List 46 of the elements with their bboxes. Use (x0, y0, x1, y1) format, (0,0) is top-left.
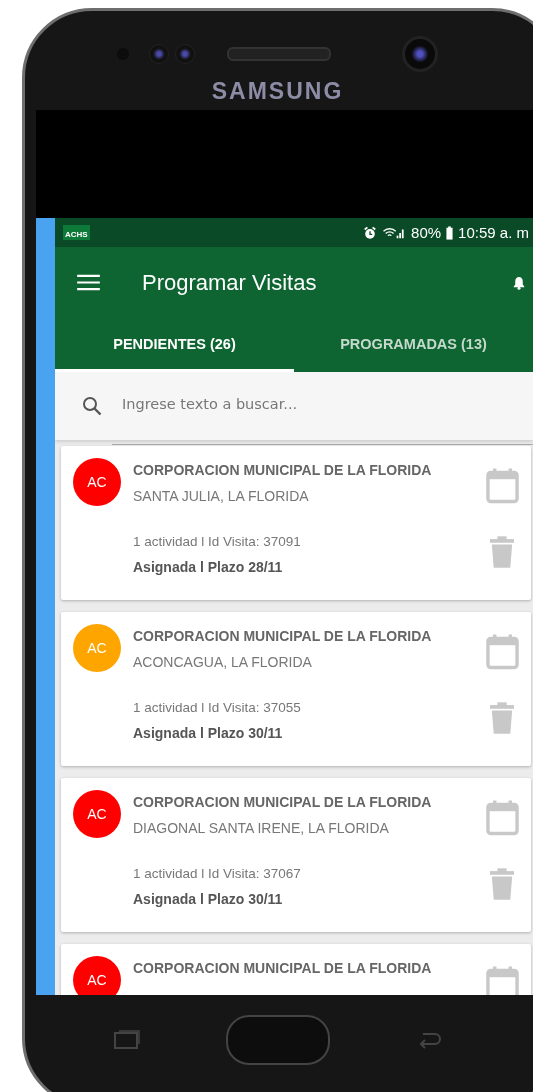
search-icon (82, 396, 102, 416)
menu-icon[interactable] (77, 274, 100, 291)
visit-details: 1 actividad l Id Visita: 37091 (133, 534, 302, 549)
recent-apps-icon[interactable] (112, 1030, 141, 1050)
trash-icon[interactable] (490, 868, 514, 900)
visit-status: Asignada l Plazo 28/11 (133, 559, 284, 575)
signal-icon (382, 225, 407, 240)
calendar-icon[interactable] (485, 800, 519, 836)
calendar-icon[interactable] (485, 966, 519, 995)
tab[interactable]: PROGRAMADAS (13) (294, 318, 533, 372)
avatar: AC (73, 790, 121, 838)
app-badge: ACHS (63, 225, 90, 240)
brand-logo: SAMSUNG (211, 78, 344, 105)
visit-status: Asignada l Plazo 30/11 (133, 725, 284, 741)
toolbar-title: Programar Visitas (142, 269, 317, 296)
front-camera-icon (402, 36, 438, 72)
battery-percent: 80% (411, 224, 442, 241)
company-name: CORPORACION MUNICIPAL DE LA FLORIDA (133, 628, 433, 644)
visit-card[interactable]: AC CORPORACION MUNICIPAL DE LA FLORIDA SANTA JULIA, LA FLORIDA 1 actividad l Id Visita: 37091 Asignada l Plazo 28/11 (61, 446, 531, 600)
visit-details: 1 actividad l Id Visita: 37067 (133, 866, 302, 881)
visit-address: ACONCAGUA, LA FLORIDA (133, 654, 313, 670)
sensor-lens-icon (149, 44, 169, 64)
visit-address: DIAGONAL SANTA IRENE, LA FLORIDA (133, 820, 390, 836)
company-name: CORPORACION MUNICIPAL DE LA FLORIDA (133, 960, 433, 976)
visit-card[interactable]: AC CORPORACION MUNICIPAL DE LA FLORIDA ACONCAGUA, LA FLORIDA 1 actividad l Id Visita: 37055 Asignada l Plazo 30/11 (61, 612, 531, 766)
alarm-icon (363, 225, 378, 240)
sensor-lens-icon (175, 44, 195, 64)
battery-icon (446, 225, 454, 240)
home-button[interactable] (225, 1015, 330, 1065)
bell-icon[interactable] (513, 275, 525, 290)
avatar: AC (73, 458, 121, 506)
visit-address: SANTA JULIA, LA FLORIDA (133, 488, 310, 504)
visit-status: Asignada l Plazo 30/11 (133, 891, 284, 907)
avatar: AC (73, 624, 121, 672)
avatar: AC (73, 956, 121, 995)
visit-card[interactable]: AC CORPORACION MUNICIPAL DE LA FLORIDA (61, 944, 531, 995)
company-name: CORPORACION MUNICIPAL DE LA FLORIDA (133, 794, 433, 810)
search-field[interactable]: Ingrese texto a buscar... (112, 377, 533, 445)
calendar-icon[interactable] (485, 468, 519, 504)
company-name: CORPORACION MUNICIPAL DE LA FLORIDA (133, 462, 433, 478)
visit-details: 1 actividad l Id Visita: 37055 (133, 700, 302, 715)
calendar-icon[interactable] (485, 634, 519, 670)
clock-time: 10:59 a. m (458, 224, 529, 241)
trash-icon[interactable] (490, 702, 514, 734)
visit-card[interactable]: AC CORPORACION MUNICIPAL DE LA FLORIDA DIAGONAL SANTA IRENE, LA FLORIDA 1 actividad l Id Visita: 37067 Asignada l Plazo 30/11 (61, 778, 531, 932)
trash-icon[interactable] (490, 536, 514, 568)
